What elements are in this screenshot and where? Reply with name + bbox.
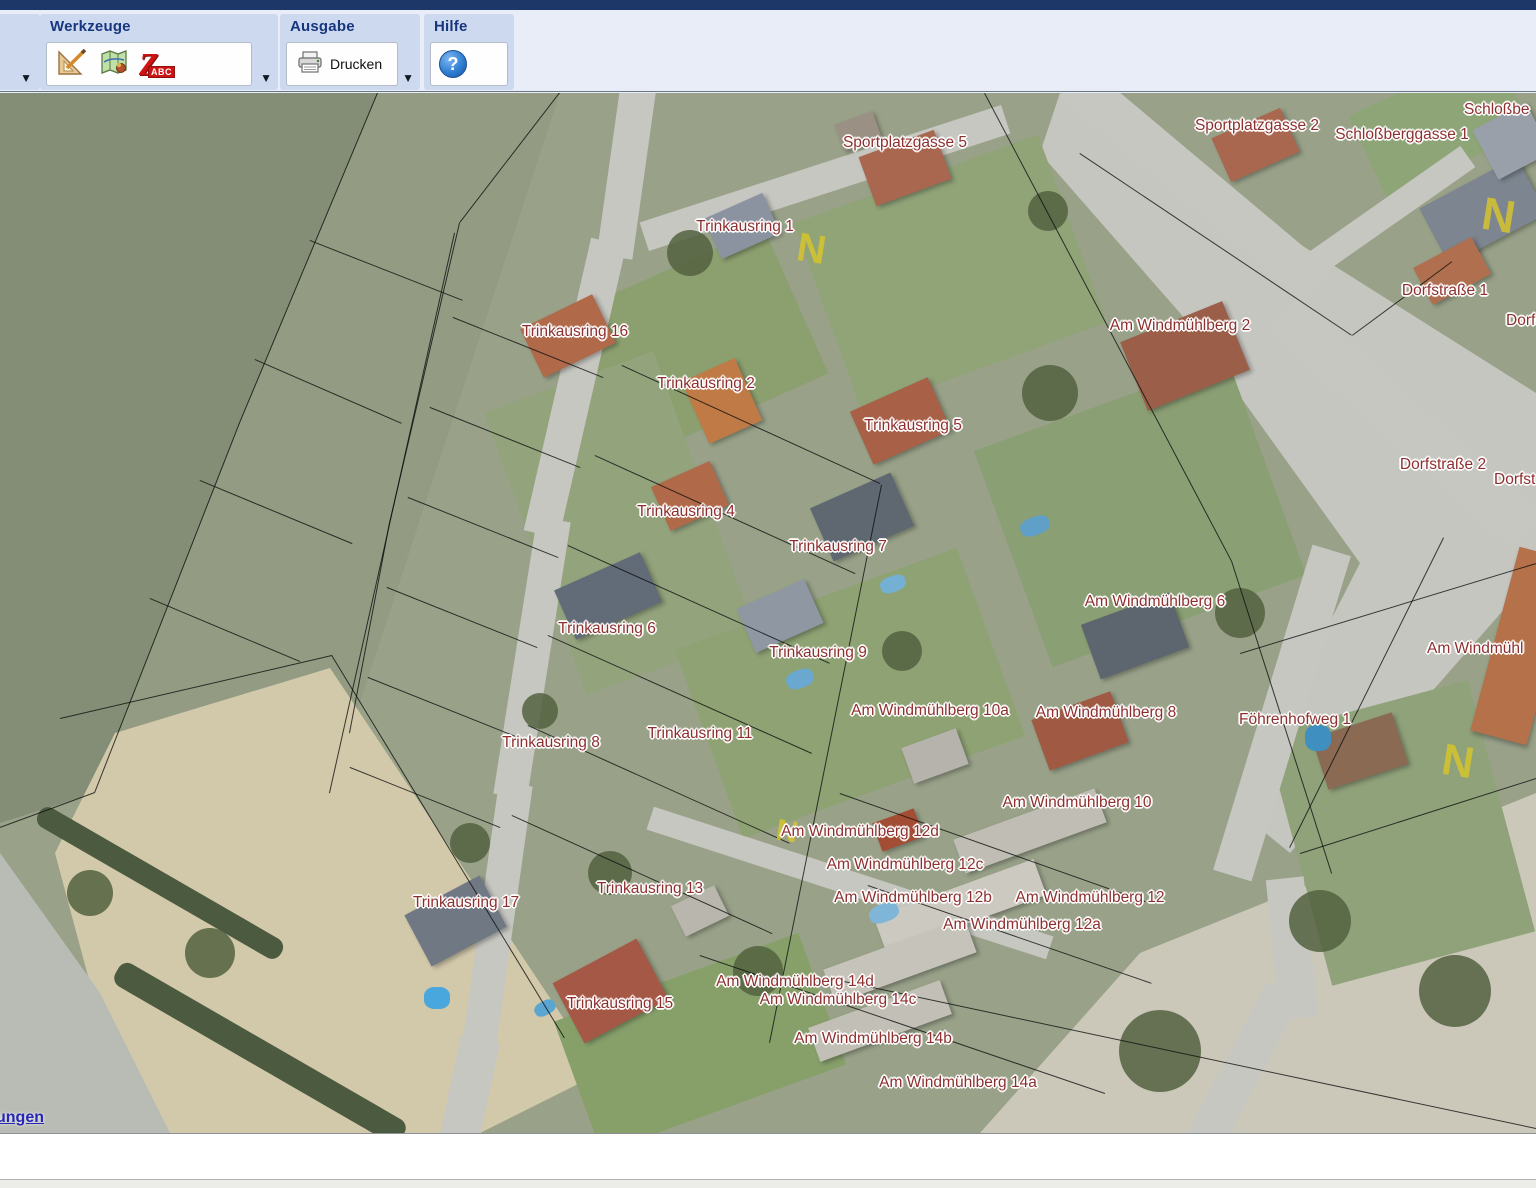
map-label: Am Windmühlberg 10a	[851, 702, 1009, 720]
map-label: Am Windmühlberg 12a	[943, 916, 1101, 934]
map-label: Am Windmühlberg 14a	[879, 1074, 1037, 1092]
map-label: Dorfst	[1494, 471, 1535, 489]
status-bar-lower-strip	[0, 1179, 1536, 1188]
map-label: Trinkausring 1	[696, 218, 794, 236]
toolbar-group-hilfe: Hilfe ?	[424, 14, 514, 90]
tree	[1289, 890, 1351, 952]
map-label: Am Windmühlberg 12	[1015, 889, 1164, 907]
map-label: Trinkausring 6	[558, 620, 656, 638]
map-label: Am Windmühlberg 12c	[827, 856, 984, 874]
tree	[450, 823, 490, 863]
hilfe-panel: ?	[430, 42, 508, 86]
watermark-n: N	[1479, 190, 1519, 241]
tree	[67, 870, 113, 916]
tree	[522, 693, 558, 729]
group-title-ausgabe: Ausgabe	[280, 14, 420, 37]
toolbar: ▼ Werkzeuge	[0, 10, 1536, 92]
tree	[1022, 365, 1078, 421]
map-label: Trinkausring 17	[413, 894, 519, 912]
parcel-line	[387, 587, 537, 648]
chevron-down-icon[interactable]: ▼	[402, 72, 414, 84]
map-label: Trinkausring 11	[647, 725, 752, 743]
find-address-icon: Z ABC	[139, 49, 173, 79]
map-label: Am Windmühlberg 14b	[794, 1030, 952, 1048]
status-bar	[0, 1133, 1536, 1188]
map-label: Am Windmühlberg 12d	[781, 823, 939, 841]
chevron-down-icon[interactable]: ▼	[260, 72, 272, 84]
toolbar-group-werkzeuge: Werkzeuge	[40, 14, 278, 90]
map-viewport[interactable]: NNNN Sportplatzgasse 5Sportplatzgasse 2S…	[0, 93, 1536, 1133]
map-label: Trinkausring 2	[657, 375, 755, 393]
map-label: Trinkausring 9	[769, 644, 867, 662]
tree	[882, 631, 922, 671]
toolbar-group-ausgabe: Ausgabe Drucken	[280, 14, 420, 90]
map-label: Dorfstraße 1	[1402, 282, 1488, 300]
group-title-hilfe: Hilfe	[424, 14, 514, 37]
map-label: Trinkausring 16	[522, 323, 628, 341]
road	[493, 517, 570, 799]
map-label: Föhrenhofweg 1	[1239, 711, 1351, 729]
group-title-werkzeuge: Werkzeuge	[40, 14, 278, 37]
tree	[1028, 191, 1068, 231]
swimming-pool	[424, 987, 450, 1009]
map-label: Schloßberggasse 1	[1335, 126, 1469, 144]
werkzeuge-panel: Z ABC	[46, 42, 252, 86]
print-button-label: Drucken	[330, 56, 382, 72]
map-label: Am Windmühlberg 14d	[716, 973, 874, 991]
map-label: Trinkausring 13	[597, 880, 703, 898]
toolbar-group-partial-left: ▼	[0, 14, 40, 90]
measure-icon	[57, 48, 87, 81]
printer-icon	[297, 50, 323, 79]
tree	[185, 928, 235, 978]
tree	[1419, 955, 1491, 1027]
map-label: Trinkausring 8	[502, 734, 600, 752]
find-address-tool-button[interactable]: Z ABC	[139, 47, 173, 81]
map-label: Am Windmühlberg 8	[1036, 704, 1176, 722]
gis-application-window: ▼ Werkzeuge	[0, 0, 1536, 1188]
bottom-left-link[interactable]: ungen	[0, 1109, 44, 1127]
ausgabe-panel: Drucken	[286, 42, 398, 86]
map-label: Trinkausring 5	[864, 417, 962, 435]
map-label: Sportplatzgasse 2	[1195, 117, 1319, 135]
window-top-strip	[0, 0, 1536, 10]
map-label: Am Windmühl	[1427, 640, 1523, 658]
watermark-n: N	[1439, 738, 1477, 786]
tree	[667, 230, 713, 276]
map-label: Am Windmühlberg 6	[1085, 593, 1225, 611]
map-label: Trinkausring 7	[789, 538, 887, 556]
map-label: Am Windmühlberg 10	[1002, 794, 1151, 812]
overview-map-icon	[99, 48, 129, 81]
map-label: Dorfs	[1506, 312, 1536, 330]
print-button[interactable]: Drucken	[295, 50, 384, 79]
map-label: Sportplatzgasse 5	[843, 134, 967, 152]
map-label: Schloßbe	[1464, 101, 1529, 119]
question-mark-icon: ?	[448, 54, 459, 75]
watermark-n: N	[794, 227, 829, 271]
chevron-down-icon[interactable]: ▼	[20, 72, 32, 84]
map-label: Dorfstraße 2	[1400, 456, 1486, 474]
overview-map-tool-button[interactable]	[97, 47, 131, 81]
parcel-line	[368, 677, 518, 738]
tree	[1119, 1010, 1201, 1092]
help-button[interactable]: ?	[439, 50, 467, 78]
map-label: Am Windmühlberg 12b	[834, 889, 992, 907]
map-label: Am Windmühlberg 14c	[760, 991, 917, 1009]
map-label: Am Windmühlberg 2	[1110, 317, 1250, 335]
measure-tool-button[interactable]	[55, 47, 89, 81]
map-label: Trinkausring 15	[567, 995, 673, 1013]
map-label: Trinkausring 4	[637, 503, 735, 521]
